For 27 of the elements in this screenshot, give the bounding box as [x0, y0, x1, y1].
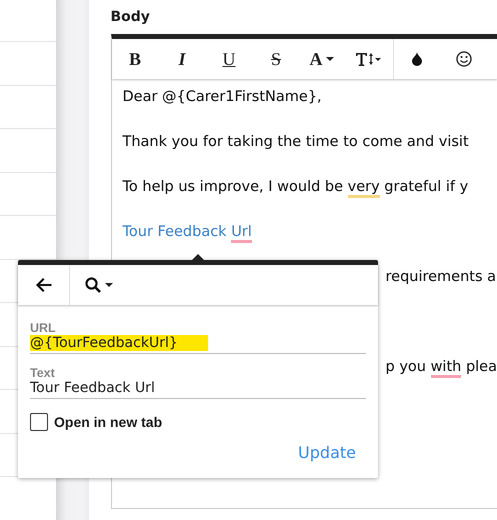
back-arrow-icon — [36, 278, 52, 292]
underline-button[interactable]: U — [206, 39, 252, 79]
italic-button[interactable]: I — [158, 39, 206, 79]
droplet-icon — [412, 52, 422, 66]
bold-button[interactable]: B — [112, 39, 158, 79]
caret-icon — [105, 283, 113, 287]
body-text: p you with plea — [386, 359, 497, 378]
checkbox-label: Open in new tab — [54, 414, 162, 430]
body-text: requirements a — [386, 269, 496, 285]
font-style-dropdown[interactable]: A — [300, 39, 344, 79]
body-text: Thank you for taking the time to come and visit — [122, 134, 469, 150]
field-label: URL — [30, 321, 57, 335]
field-value: @{TourFeedbackUrl} — [30, 335, 208, 351]
smiley-icon — [456, 51, 472, 67]
field-label: Text — [30, 366, 56, 380]
font-size-icon — [355, 51, 381, 67]
caret-icon — [326, 57, 334, 61]
checkbox[interactable] — [30, 413, 48, 431]
body-text: Dear @{Carer1FirstName}, — [122, 89, 322, 105]
input-field[interactable]: URL @{TourFeedbackUrl} — [30, 321, 366, 354]
body-text: To help us improve, I would be very grateful if y — [122, 179, 468, 198]
input-field[interactable]: Text Tour Feedback Url — [30, 366, 366, 399]
field-value: Tour Feedback Url — [30, 380, 156, 396]
search-icon — [85, 277, 101, 293]
link-text[interactable]: Tour Feedback Url — [122, 224, 252, 243]
field-label: Body — [110, 8, 151, 27]
strikethrough-button[interactable]: S — [252, 39, 300, 79]
